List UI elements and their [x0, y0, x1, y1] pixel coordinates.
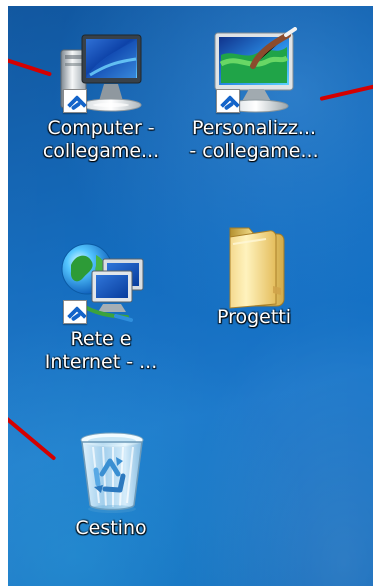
desktop-shortcut-personalization[interactable]: Personalizz... - collegame... [187, 27, 321, 163]
shortcut-arrow-icon [63, 89, 87, 113]
windows-desktop: Computer - collegame... Personalizz... -… [8, 6, 373, 586]
shortcut-arrow-icon [63, 300, 87, 324]
desktop-recycle-bin[interactable]: Cestino [44, 427, 178, 540]
desktop-icon-label: Rete e Internet - ... [44, 328, 158, 373]
recycle-bin-icon [63, 427, 159, 517]
shortcut-arrow-icon [216, 89, 240, 113]
desktop-shortcut-computer[interactable]: Computer - collegame... [34, 27, 168, 163]
desktop-icon-label: Computer - collegame... [42, 117, 160, 162]
personalization-monitor-icon [206, 27, 302, 117]
computer-icon [53, 27, 149, 117]
desktop-icon-label: Personalizz... - collegame... [189, 117, 319, 162]
desktop-folder-progetti[interactable]: Progetti [187, 216, 321, 329]
desktop-icon-label: Cestino [75, 517, 147, 539]
desktop-shortcut-network-internet[interactable]: Rete e Internet - ... [34, 238, 168, 374]
red-annotation-line [319, 84, 373, 101]
folder-icon [206, 216, 302, 309]
network-internet-icon [53, 238, 149, 328]
screenshot-frame: Computer - collegame... Personalizz... -… [0, 0, 373, 586]
